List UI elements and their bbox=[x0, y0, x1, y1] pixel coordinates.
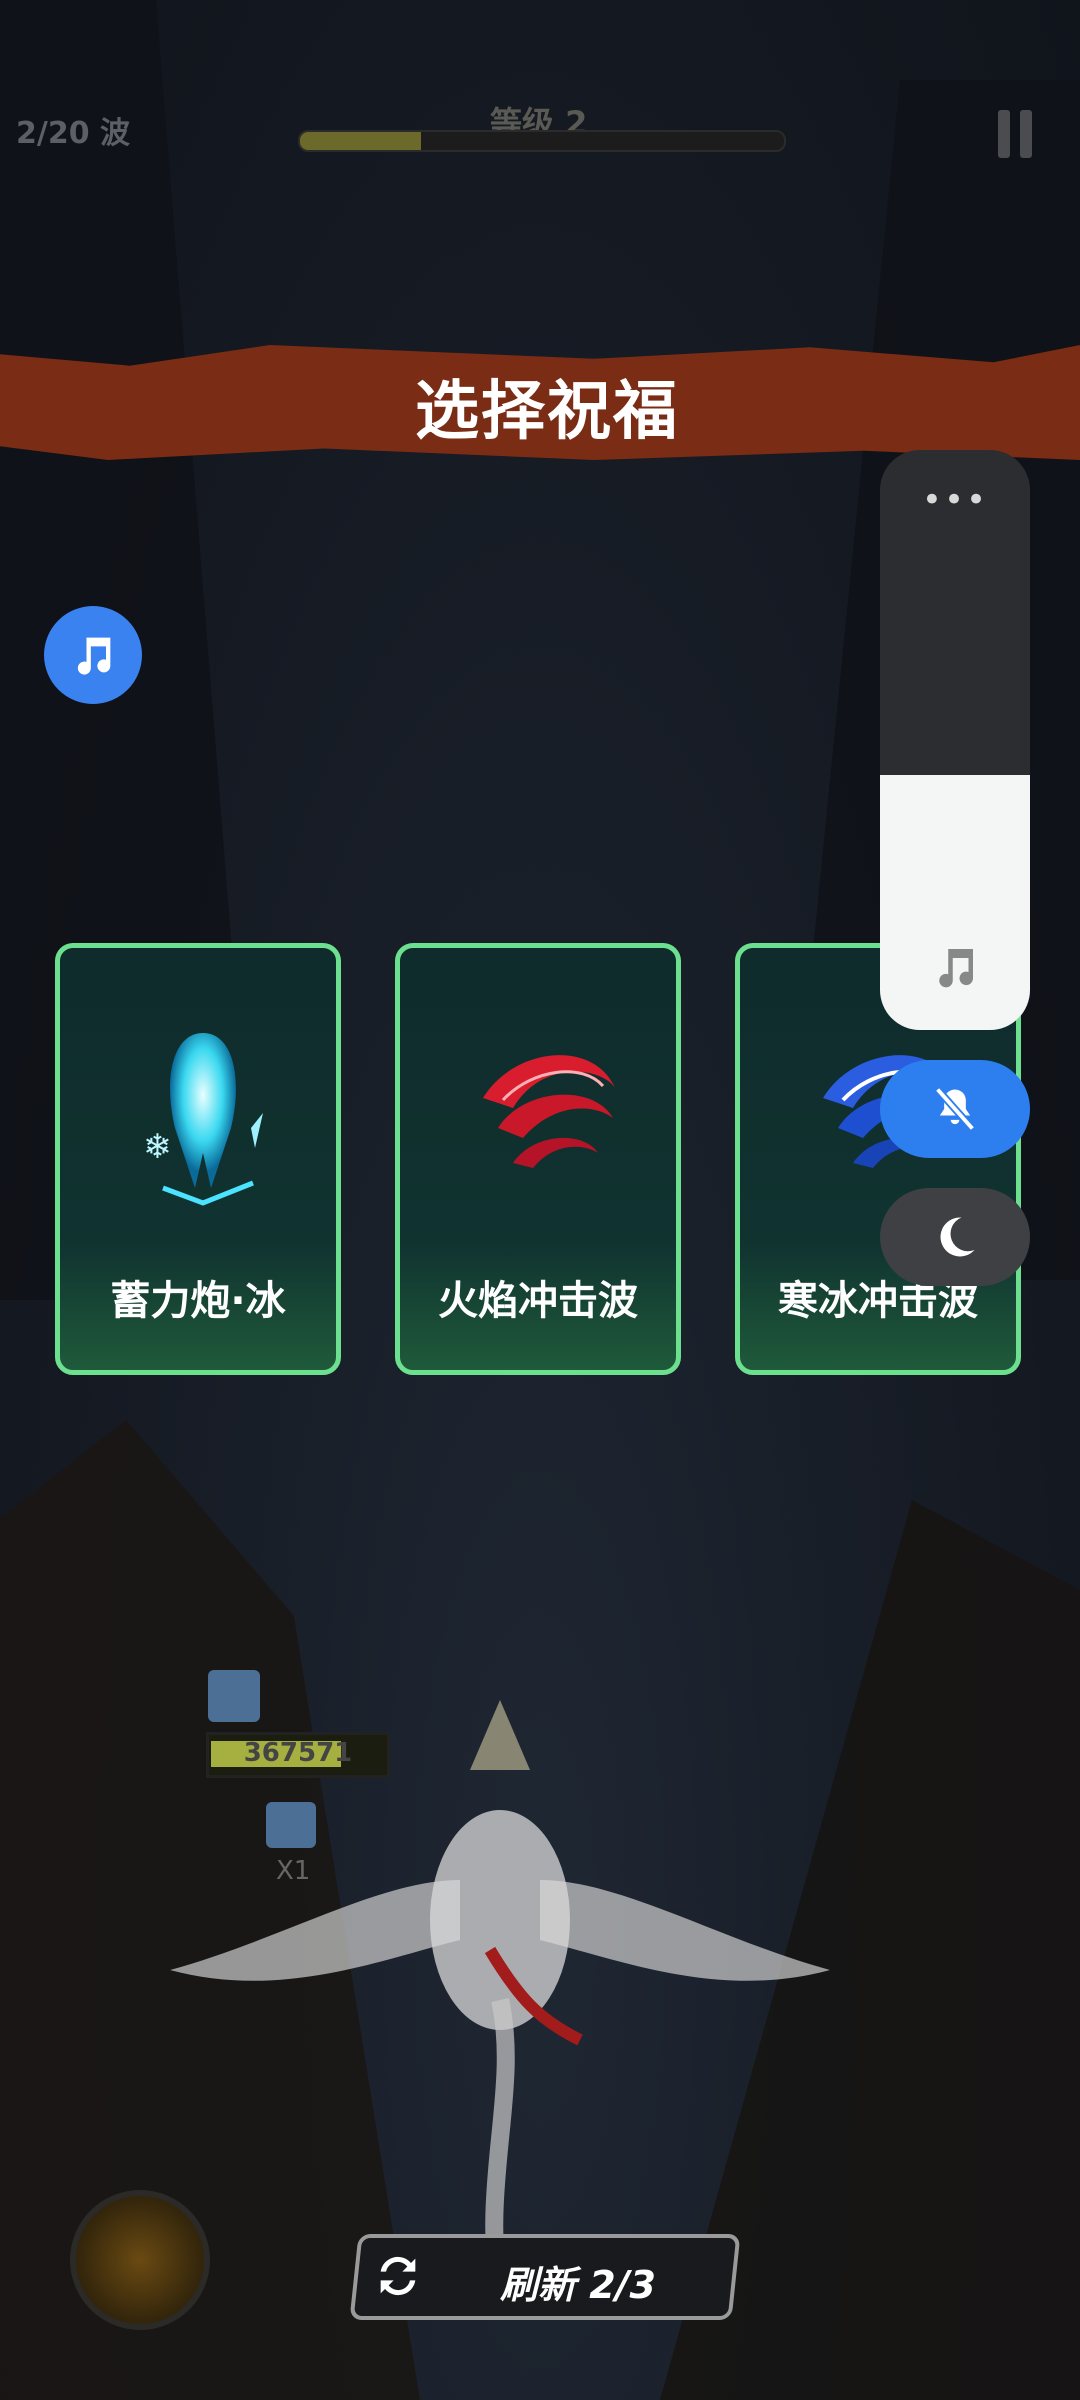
blessing-card[interactable]: ❄ 蓄力炮·冰 bbox=[55, 943, 341, 1375]
moon-icon bbox=[940, 1217, 975, 1257]
skill-button[interactable] bbox=[70, 2190, 210, 2330]
card-label: 火焰冲击波 bbox=[438, 1278, 638, 1324]
card-label: 蓄力炮·冰 bbox=[110, 1278, 286, 1324]
level-progress-fill bbox=[300, 132, 421, 150]
ice-cannon-icon: ❄ bbox=[143, 1033, 263, 1206]
sword-icon bbox=[266, 1802, 316, 1848]
pause-icon bbox=[998, 110, 1010, 158]
dark-mode-button[interactable] bbox=[880, 1188, 1030, 1286]
blessing-card[interactable]: 火焰冲击波 bbox=[395, 943, 681, 1375]
mute-toggle-button[interactable] bbox=[880, 1060, 1030, 1158]
wave-counter: 2/20 波 bbox=[16, 116, 131, 151]
music-note-icon bbox=[939, 949, 974, 988]
page-title: 选择祝福 bbox=[415, 375, 679, 449]
level-progress-bar bbox=[298, 130, 786, 152]
damage-multiplier: X1 bbox=[276, 1856, 311, 1886]
player-hp-value: 367571 bbox=[243, 1738, 353, 1768]
music-note-icon bbox=[77, 637, 111, 675]
refresh-icon bbox=[380, 2256, 416, 2296]
refresh-label: 刷新 2/3 bbox=[500, 2263, 656, 2307]
player-hp-bar: 367571 bbox=[206, 1732, 390, 1778]
pause-icon bbox=[1020, 110, 1032, 158]
more-options-button[interactable]: ••• bbox=[880, 480, 1030, 520]
pause-button[interactable] bbox=[998, 110, 1034, 158]
sword-icon bbox=[208, 1670, 260, 1722]
music-button[interactable] bbox=[44, 606, 142, 704]
fire-wave-icon bbox=[483, 1055, 615, 1168]
svg-text:❄: ❄ bbox=[143, 1127, 172, 1167]
bell-off-icon bbox=[934, 1086, 976, 1132]
